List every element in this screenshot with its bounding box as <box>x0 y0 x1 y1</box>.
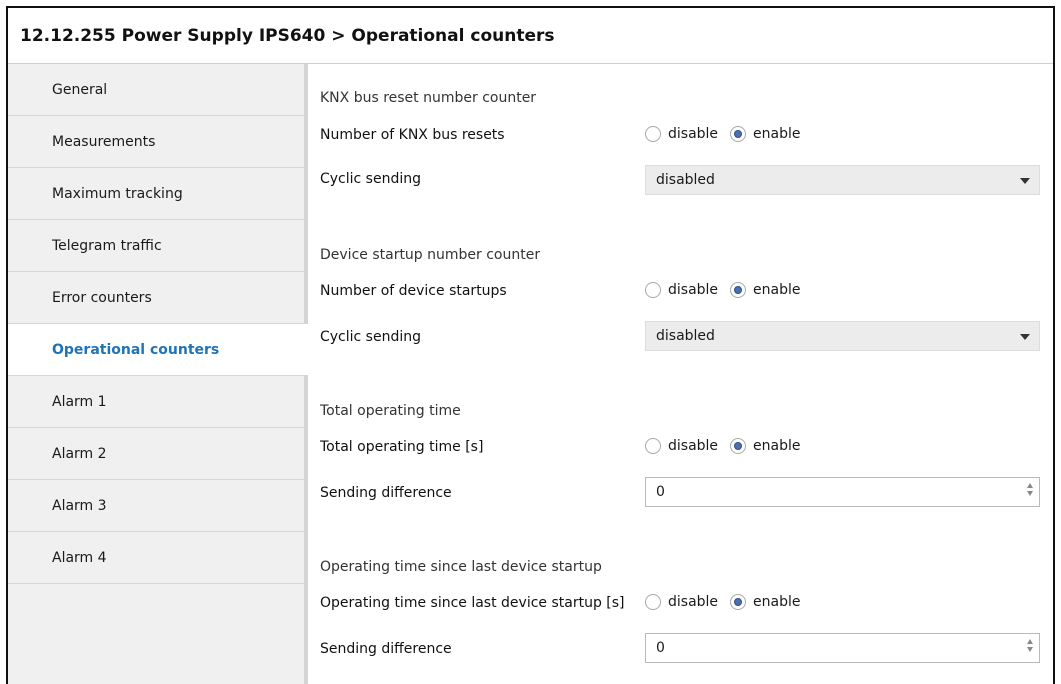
stepper-buttons <box>1027 483 1033 496</box>
sidebar-item-alarm-3[interactable]: Alarm 3 <box>8 480 304 532</box>
total-operating-time-enable-radio[interactable] <box>730 438 747 454</box>
device-startups-radio-group: disable enable <box>645 282 813 298</box>
knx-bus-resets-disable-radio[interactable] <box>645 126 661 142</box>
operating-time-since-startup-label: Operating time since last device startup… <box>320 595 625 611</box>
sidebar-item-error-counters[interactable]: Error counters <box>8 272 304 324</box>
sidebar: General Measurements Maximum tracking Te… <box>8 64 308 684</box>
knx-bus-resets-enable-radio[interactable] <box>730 126 747 142</box>
operating-time-since-startup-disable-radio[interactable] <box>645 594 661 610</box>
sidebar-item-alarm-1[interactable]: Alarm 1 <box>8 376 304 428</box>
knx-bus-resets-label: Number of KNX bus resets <box>320 127 505 143</box>
arrow-down-icon[interactable] <box>1027 491 1033 496</box>
sidebar-item-telegram-traffic[interactable]: Telegram traffic <box>8 220 304 272</box>
sidebar-item-alarm-2[interactable]: Alarm 2 <box>8 428 304 480</box>
sidebar-item-measurements[interactable]: Measurements <box>8 116 304 168</box>
arrow-up-icon[interactable] <box>1027 639 1033 644</box>
radio-label-enable[interactable]: enable <box>753 282 800 298</box>
arrow-up-icon[interactable] <box>1027 483 1033 488</box>
app-window: 12.12.255 Power Supply IPS640 > Operatio… <box>6 6 1055 684</box>
parameter-panel: KNX bus reset number counter Number of K… <box>308 64 1053 684</box>
sidebar-item-maximum-tracking[interactable]: Maximum tracking <box>8 168 304 220</box>
cyclic-sending-label-2: Cyclic sending <box>320 329 422 345</box>
radio-label-enable[interactable]: enable <box>753 438 800 454</box>
sending-difference-stepper-2[interactable]: 0 <box>645 633 1040 663</box>
cyclic-sending-label-1: Cyclic sending <box>320 171 422 187</box>
radio-label-enable[interactable]: enable <box>753 594 800 610</box>
radio-label-disable[interactable]: disable <box>668 282 718 298</box>
operating-time-since-startup-enable-radio[interactable] <box>730 594 747 610</box>
section-title-total-operating-time: Total operating time <box>320 403 461 419</box>
sidebar-item-alarm-4[interactable]: Alarm 4 <box>8 532 304 584</box>
total-operating-time-label: Total operating time [s] <box>320 439 484 455</box>
section-title-knx-bus-reset: KNX bus reset number counter <box>320 90 537 106</box>
device-startups-label: Number of device startups <box>320 283 507 299</box>
radio-label-disable[interactable]: disable <box>668 438 718 454</box>
sidebar-item-operational-counters[interactable]: Operational counters <box>8 324 308 376</box>
operating-time-since-startup-radio-group: disable enable <box>645 594 813 610</box>
stepper-value: 0 <box>656 640 665 656</box>
sending-difference-stepper-1[interactable]: 0 <box>645 477 1040 507</box>
select-value: disabled <box>656 172 715 188</box>
cyclic-sending-select-1[interactable]: disabled <box>645 165 1040 195</box>
stepper-buttons <box>1027 639 1033 652</box>
total-operating-time-disable-radio[interactable] <box>645 438 661 454</box>
select-value: disabled <box>656 328 715 344</box>
sending-difference-label-2: Sending difference <box>320 641 452 657</box>
radio-label-disable[interactable]: disable <box>668 126 718 142</box>
total-operating-time-radio-group: disable enable <box>645 438 813 454</box>
chevron-down-icon <box>1020 178 1030 184</box>
radio-label-enable[interactable]: enable <box>753 126 800 142</box>
device-startups-enable-radio[interactable] <box>730 282 747 298</box>
cyclic-sending-select-2[interactable]: disabled <box>645 321 1040 351</box>
section-title-device-startup: Device startup number counter <box>320 247 541 263</box>
chevron-down-icon <box>1020 334 1030 340</box>
section-title-operating-time-since-startup: Operating time since last device startup <box>320 559 602 575</box>
knx-bus-resets-radio-group: disable enable <box>645 126 813 142</box>
arrow-down-icon[interactable] <box>1027 647 1033 652</box>
sidebar-item-general[interactable]: General <box>8 64 304 116</box>
window-title: 12.12.255 Power Supply IPS640 > Operatio… <box>8 8 1053 64</box>
device-startups-disable-radio[interactable] <box>645 282 661 298</box>
radio-label-disable[interactable]: disable <box>668 594 718 610</box>
stepper-value: 0 <box>656 484 665 500</box>
sending-difference-label-1: Sending difference <box>320 485 452 501</box>
